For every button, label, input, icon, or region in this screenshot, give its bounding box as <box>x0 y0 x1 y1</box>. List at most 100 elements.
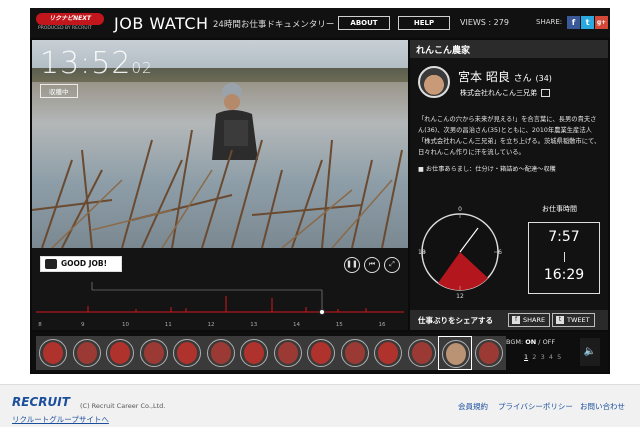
clock-label-top: 0 <box>458 206 462 213</box>
page-2[interactable]: 2 <box>532 353 536 361</box>
brand-logo[interactable]: リクナビNEXT PRODUCED BY RECRUIT <box>36 13 104 33</box>
stage-badge: 収穫中 <box>40 84 78 98</box>
job-title: れんこん農家 <box>416 46 471 56</box>
profile-description: 「れんこんの穴から未来が見える!」を合言葉に、長男の貴夫さん(36)、次男の昌治… <box>418 116 601 156</box>
rewind-icon[interactable]: ⏮ <box>364 257 380 273</box>
thumbnail-ring <box>340 339 369 367</box>
thumbnail-strip: BGM: ON / OFF 1 2 3 4 5 🔈 <box>32 332 608 372</box>
company-name: 株式会社れんこん三兄弟 <box>460 89 537 97</box>
footer-link-privacy[interactable]: プライバシーポリシー <box>498 401 573 412</box>
share-label: SHARE: <box>536 18 563 26</box>
view-count: VIEWS : 279 <box>460 18 509 27</box>
video-player[interactable]: 13:5202 収穫中 <box>32 40 408 248</box>
footer-link-terms[interactable]: 会員規約 <box>458 401 488 412</box>
work-clock: 0 6 12 18 <box>418 206 502 298</box>
thumbnail-ring <box>307 339 335 367</box>
control-bar: GOOD JOB! ❚❚ ⏮ ⤢ 8 9 10 11 12 13 14 15 16 <box>32 248 408 330</box>
footer-link-contact[interactable]: お問い合わせ <box>580 401 625 412</box>
bgm-off[interactable]: OFF <box>543 338 556 346</box>
pagination: 1 2 3 4 5 <box>524 353 561 361</box>
timeline-tick-14: 14 <box>293 322 300 328</box>
timeline-tick-12: 12 <box>208 322 215 328</box>
facebook-icon: f <box>512 316 520 324</box>
timeline-thumbnail[interactable] <box>371 336 405 370</box>
twitter-icon[interactable]: t <box>581 16 594 29</box>
activity-timeline[interactable]: 8 9 10 11 12 13 14 15 16 <box>36 282 404 328</box>
thumbnail-ring <box>206 339 235 367</box>
company-link[interactable]: 株式会社れんこん三兄弟 <box>460 88 550 98</box>
bgm-label: BGM: <box>506 338 524 346</box>
share-bar-label: 仕事ぶりをシェアする <box>418 316 493 325</box>
person-name-text: 宮本 昭良 <box>458 70 510 84</box>
timeline-thumbnail[interactable] <box>36 336 70 370</box>
timeline-thumbnail[interactable] <box>203 336 238 370</box>
thumbnail-ring <box>442 340 470 368</box>
person-honorific: さん <box>513 74 532 84</box>
bgm-toggle[interactable]: BGM: ON / OFF <box>506 338 555 346</box>
clock-label-bottom: 12 <box>456 293 464 298</box>
timeline-thumbnail[interactable] <box>136 336 171 370</box>
timeline-thumbnail[interactable] <box>337 336 372 370</box>
page-tagline: 24時間お仕事ドキュメンタリー <box>213 20 335 30</box>
about-button[interactable]: ABOUT <box>338 16 390 30</box>
timeline-thumbnail[interactable] <box>170 336 204 370</box>
timeline-thumbnail[interactable] <box>304 336 338 370</box>
header-bar: リクナビNEXT PRODUCED BY RECRUIT JOB WATCH 2… <box>30 8 610 38</box>
thumbnail-ring <box>39 339 67 367</box>
timeline-thumbnail[interactable] <box>471 336 506 370</box>
time-separator <box>564 252 565 262</box>
timeline-tick-10: 10 <box>122 322 129 328</box>
page-3[interactable]: 3 <box>541 353 545 361</box>
fullscreen-icon[interactable]: ⤢ <box>384 257 400 273</box>
page-1[interactable]: 1 <box>524 353 528 361</box>
person-name: 宮本 昭良 さん (34) <box>458 68 552 85</box>
timeline-thumbnail[interactable] <box>438 336 472 370</box>
timeline-thumbnail[interactable] <box>237 336 271 370</box>
good-job-button[interactable]: GOOD JOB! <box>40 256 122 272</box>
help-button[interactable]: HELP <box>398 16 450 30</box>
thumbs-up-icon <box>45 259 57 269</box>
timeline-thumbnail[interactable] <box>103 336 137 370</box>
worktime-box: 7:57 16:29 <box>528 222 600 294</box>
thumbnail-ring <box>474 339 503 367</box>
group-site-link[interactable]: リクルートグループサイトへ <box>12 414 109 425</box>
timeline-thumbnail[interactable] <box>270 336 305 370</box>
lotus-stalks <box>32 129 403 248</box>
tweet-label: TWEET <box>567 316 590 324</box>
thumbnail-ring <box>173 339 201 367</box>
bgm-on[interactable]: ON <box>525 338 536 346</box>
video-time-main: 13:52 <box>40 46 132 81</box>
job-watch-app: リクナビNEXT PRODUCED BY RECRUIT JOB WATCH 2… <box>30 8 610 374</box>
external-link-icon <box>541 89 550 97</box>
facebook-share-label: SHARE <box>523 316 546 324</box>
timeline-tick-13: 13 <box>250 322 257 328</box>
page-title: JOB WATCH <box>114 14 209 33</box>
start-time: 7:57 <box>548 229 580 245</box>
job-title-tab: れんこん農家 <box>410 40 608 58</box>
facebook-share-button[interactable]: f SHARE <box>508 313 551 327</box>
thumbnail-ring <box>374 339 402 367</box>
playhead[interactable] <box>319 309 325 315</box>
timeline-thumbnail[interactable] <box>69 336 104 370</box>
volume-icon[interactable]: 🔈 <box>580 338 600 366</box>
person-age: (34) <box>535 74 552 83</box>
timeline-thumbnail[interactable] <box>404 336 439 370</box>
tweet-button[interactable]: t TWEET <box>552 313 595 327</box>
pause-icon[interactable]: ❚❚ <box>344 257 360 273</box>
google-plus-icon[interactable]: g+ <box>595 16 608 29</box>
brand-logo-text: リクナビNEXT <box>36 13 104 25</box>
timeline-tick-15: 15 <box>336 322 343 328</box>
share-bar: 仕事ぶりをシェアする f SHARE t TWEET <box>410 310 608 330</box>
thumbnail-ring <box>273 339 302 367</box>
page-5[interactable]: 5 <box>557 353 561 361</box>
site-footer: RECRUIT (C) Recruit Career Co.,Ltd. リクルー… <box>0 384 640 427</box>
thumbnail-ring <box>139 339 168 367</box>
clock-label-right: 6 <box>498 249 502 256</box>
video-timestamp: 13:5202 <box>40 46 153 81</box>
page-4[interactable]: 4 <box>549 353 553 361</box>
avatar <box>418 66 450 98</box>
recruit-logo[interactable]: RECRUIT <box>12 395 70 409</box>
thumbnail-ring <box>240 339 268 367</box>
facebook-icon[interactable]: f <box>567 16 580 29</box>
copyright: (C) Recruit Career Co.,Ltd. <box>80 402 166 410</box>
